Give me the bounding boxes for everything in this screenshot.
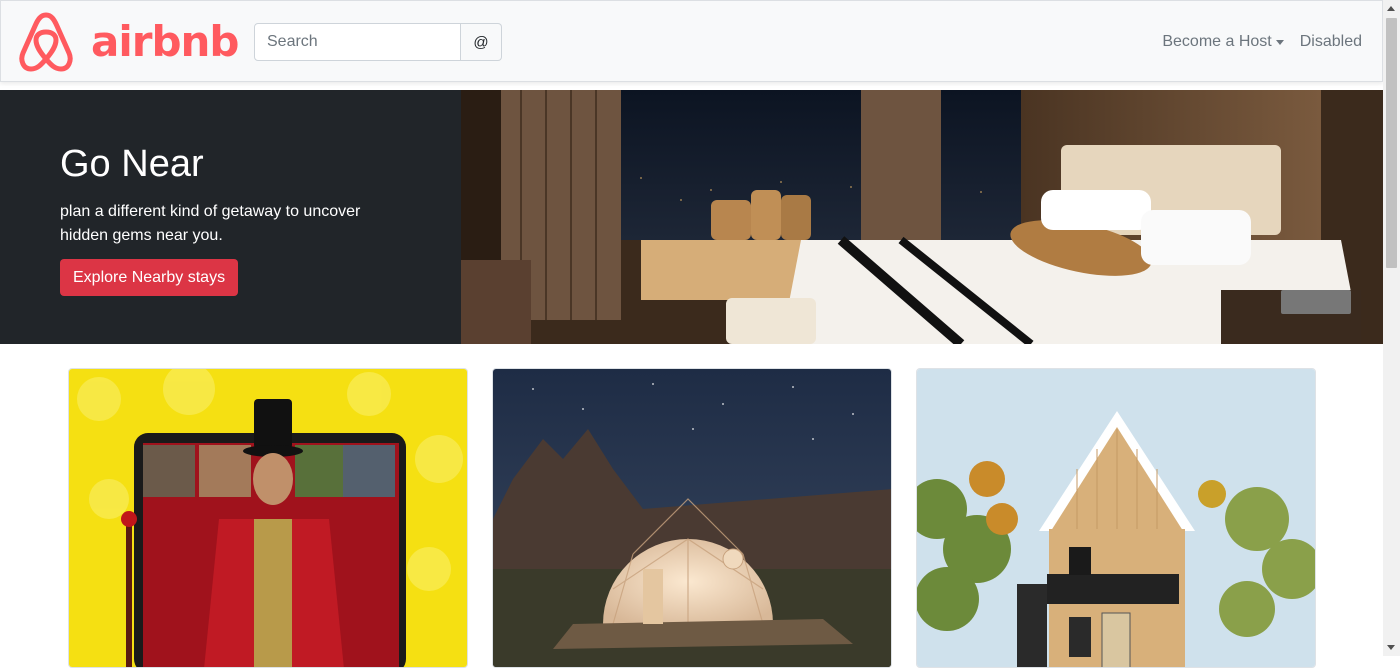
hotel-bedroom-image [461,90,1383,344]
geodesic-dome-image [493,369,891,667]
page-scrollbar[interactable] [1383,0,1400,656]
scroll-thumb[interactable] [1386,18,1397,268]
hero-subtitle: plan a different kind of getaway to unco… [60,202,361,244]
hero-title: Go Near [60,143,204,185]
dome-stay-card[interactable] [492,368,892,668]
search-input[interactable] [254,23,461,61]
search-button[interactable]: @ [461,23,502,61]
disabled-link: Disabled [1299,33,1362,50]
scroll-down-icon[interactable] [1387,645,1395,650]
hero-jumbotron: Go Near plan a different kind of getaway… [0,90,1383,344]
become-a-host-label: Become a Host [1162,33,1272,50]
become-a-host-dropdown[interactable]: Become a Host [1162,33,1284,51]
explore-nearby-button[interactable]: Explore Nearby stays [60,259,239,296]
hero-text: Go Near plan a different kind of getaway… [60,143,390,248]
brand-name: airbnb [91,17,239,66]
experience-card[interactable] [68,368,468,668]
a-frame-cabin-image [917,369,1315,667]
cabin-stay-card[interactable] [916,368,1316,668]
scroll-up-icon[interactable] [1387,6,1395,11]
nav-links: Become a Host Disabled [1162,1,1362,83]
brand-logo[interactable]: airbnb [13,9,239,75]
online-experience-image [69,369,467,667]
airbnb-logo-icon [19,12,73,72]
search-form: @ [254,23,502,61]
navbar: airbnb @ Become a Host Disabled [0,0,1383,82]
caret-down-icon [1275,39,1284,45]
